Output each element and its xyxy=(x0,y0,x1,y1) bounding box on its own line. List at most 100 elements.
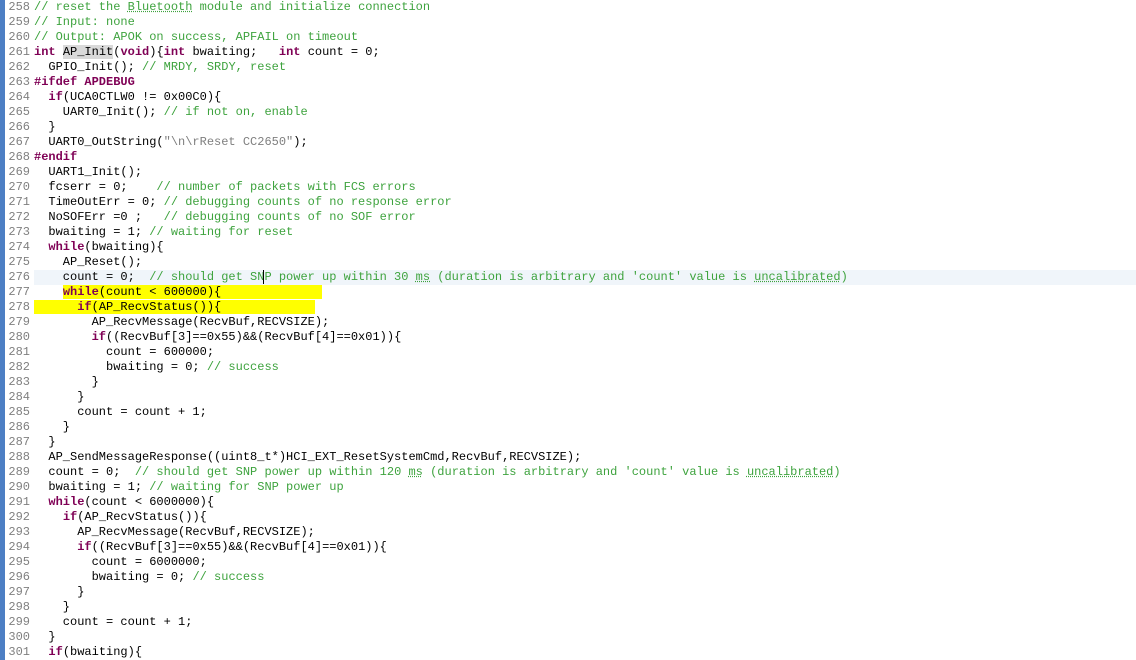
code-line[interactable]: 287 } xyxy=(0,435,1136,450)
line-number: 298 xyxy=(5,600,34,615)
code-line[interactable]: 292 if(AP_RecvStatus()){ xyxy=(0,510,1136,525)
code-token: if xyxy=(48,90,62,104)
code-line[interactable]: 267 UART0_OutString("\n\rReset CC2650"); xyxy=(0,135,1136,150)
code-content[interactable]: AP_Reset(); xyxy=(34,255,1136,270)
code-token: P xyxy=(263,270,271,284)
code-content[interactable]: // reset the Bluetooth module and initia… xyxy=(34,0,1136,15)
code-line[interactable]: 271 TimeOutErr = 0; // debugging counts … xyxy=(0,195,1136,210)
line-number: 259 xyxy=(5,15,34,30)
code-line[interactable]: 260// Output: APOK on success, APFAIL on… xyxy=(0,30,1136,45)
code-content[interactable]: } xyxy=(34,390,1136,405)
code-line[interactable]: 282 bwaiting = 0; // success xyxy=(0,360,1136,375)
code-content[interactable]: if((RecvBuf[3]==0x55)&&(RecvBuf[4]==0x01… xyxy=(34,540,1136,555)
code-content[interactable]: count = 0; // should get SNP power up wi… xyxy=(34,270,1136,285)
code-content[interactable]: } xyxy=(34,435,1136,450)
code-line[interactable]: 265 UART0_Init(); // if not on, enable xyxy=(0,105,1136,120)
code-line[interactable]: 300 } xyxy=(0,630,1136,645)
code-line[interactable]: 280 if((RecvBuf[3]==0x55)&&(RecvBuf[4]==… xyxy=(0,330,1136,345)
code-content[interactable]: UART1_Init(); xyxy=(34,165,1136,180)
code-content[interactable]: UART0_Init(); // if not on, enable xyxy=(34,105,1136,120)
code-line[interactable]: 283 } xyxy=(0,375,1136,390)
code-content[interactable]: bwaiting = 1; // waiting for SNP power u… xyxy=(34,480,1136,495)
code-content[interactable]: if(AP_RecvStatus()){ xyxy=(34,300,1136,315)
code-editor[interactable]: 258// reset the Bluetooth module and ini… xyxy=(0,0,1136,655)
code-content[interactable]: count = 6000000; xyxy=(34,555,1136,570)
code-token: // debugging counts of no SOF error xyxy=(164,210,416,224)
code-line[interactable]: 266 } xyxy=(0,120,1136,135)
code-content[interactable]: NoSOFErr =0 ; // debugging counts of no … xyxy=(34,210,1136,225)
code-line[interactable]: 297 } xyxy=(0,585,1136,600)
code-line[interactable]: 270 fcserr = 0; // number of packets wit… xyxy=(0,180,1136,195)
code-line[interactable]: 293 AP_RecvMessage(RecvBuf,RECVSIZE); xyxy=(0,525,1136,540)
code-line[interactable]: 285 count = count + 1; xyxy=(0,405,1136,420)
code-content[interactable]: } xyxy=(34,585,1136,600)
code-line[interactable]: 272 NoSOFErr =0 ; // debugging counts of… xyxy=(0,210,1136,225)
code-content[interactable]: if((RecvBuf[3]==0x55)&&(RecvBuf[4]==0x01… xyxy=(34,330,1136,345)
code-content[interactable]: count = 600000; xyxy=(34,345,1136,360)
code-line[interactable]: 259// Input: none xyxy=(0,15,1136,30)
code-line[interactable]: 268#endif xyxy=(0,150,1136,165)
code-content[interactable]: if(bwaiting){ xyxy=(34,645,1136,660)
code-line[interactable]: 295 count = 6000000; xyxy=(0,555,1136,570)
code-content[interactable]: // Input: none xyxy=(34,15,1136,30)
code-content[interactable]: count = count + 1; xyxy=(34,615,1136,630)
code-content[interactable]: count = 0; // should get SNP power up wi… xyxy=(34,465,1136,480)
code-content[interactable]: if(AP_RecvStatus()){ xyxy=(34,510,1136,525)
code-content[interactable]: bwaiting = 0; // success xyxy=(34,360,1136,375)
code-line[interactable]: 279 AP_RecvMessage(RecvBuf,RECVSIZE); xyxy=(0,315,1136,330)
code-content[interactable]: } xyxy=(34,600,1136,615)
code-line[interactable]: 294 if((RecvBuf[3]==0x55)&&(RecvBuf[4]==… xyxy=(0,540,1136,555)
code-content[interactable]: } xyxy=(34,375,1136,390)
code-content[interactable]: #ifdef APDEBUG xyxy=(34,75,1136,90)
code-content[interactable]: bwaiting = 1; // waiting for reset xyxy=(34,225,1136,240)
code-line[interactable]: 296 bwaiting = 0; // success xyxy=(0,570,1136,585)
code-line[interactable]: 274 while(bwaiting){ xyxy=(0,240,1136,255)
code-line[interactable]: 263#ifdef APDEBUG xyxy=(0,75,1136,90)
code-content[interactable]: #endif xyxy=(34,150,1136,165)
code-line[interactable]: 284 } xyxy=(0,390,1136,405)
code-content[interactable]: GPIO_Init(); // MRDY, SRDY, reset xyxy=(34,60,1136,75)
code-line[interactable]: 301 if(bwaiting){ xyxy=(0,645,1136,660)
code-line[interactable]: 273 bwaiting = 1; // waiting for reset xyxy=(0,225,1136,240)
code-content[interactable]: while(count < 600000){ xyxy=(34,285,1136,300)
code-token: } xyxy=(34,585,84,599)
line-number: 284 xyxy=(5,390,34,405)
code-line[interactable]: 278 if(AP_RecvStatus()){ xyxy=(0,300,1136,315)
code-content[interactable]: if(UCA0CTLW0 != 0x00C0){ xyxy=(34,90,1136,105)
code-content[interactable]: } xyxy=(34,630,1136,645)
code-content[interactable]: AP_RecvMessage(RecvBuf,RECVSIZE); xyxy=(34,525,1136,540)
code-content[interactable]: bwaiting = 0; // success xyxy=(34,570,1136,585)
code-line[interactable]: 289 count = 0; // should get SNP power u… xyxy=(0,465,1136,480)
code-line[interactable]: 298 } xyxy=(0,600,1136,615)
code-content[interactable]: fcserr = 0; // number of packets with FC… xyxy=(34,180,1136,195)
code-content[interactable]: AP_SendMessageResponse((uint8_t*)HCI_EXT… xyxy=(34,450,1136,465)
code-content[interactable]: TimeOutErr = 0; // debugging counts of n… xyxy=(34,195,1136,210)
code-line[interactable]: 262 GPIO_Init(); // MRDY, SRDY, reset xyxy=(0,60,1136,75)
code-token: GPIO_Init(); xyxy=(34,60,142,74)
code-token: bwaiting = 1; xyxy=(34,480,149,494)
code-line[interactable]: 264 if(UCA0CTLW0 != 0x00C0){ xyxy=(0,90,1136,105)
code-line[interactable]: 281 count = 600000; xyxy=(0,345,1136,360)
code-content[interactable]: } xyxy=(34,120,1136,135)
code-content[interactable]: while(count < 6000000){ xyxy=(34,495,1136,510)
code-line[interactable]: 261int AP_Init(void){int bwaiting; int c… xyxy=(0,45,1136,60)
line-number: 276 xyxy=(5,270,34,285)
code-line[interactable]: 275 AP_Reset(); xyxy=(0,255,1136,270)
code-content[interactable]: // Output: APOK on success, APFAIL on ti… xyxy=(34,30,1136,45)
code-line[interactable]: 286 } xyxy=(0,420,1136,435)
code-token: ) xyxy=(833,465,840,479)
code-line[interactable]: 258// reset the Bluetooth module and ini… xyxy=(0,0,1136,15)
code-line[interactable]: 299 count = count + 1; xyxy=(0,615,1136,630)
code-content[interactable]: while(bwaiting){ xyxy=(34,240,1136,255)
code-line[interactable]: 276 count = 0; // should get SNP power u… xyxy=(0,270,1136,285)
code-content[interactable]: count = count + 1; xyxy=(34,405,1136,420)
code-content[interactable]: UART0_OutString("\n\rReset CC2650"); xyxy=(34,135,1136,150)
code-line[interactable]: 277 while(count < 600000){ xyxy=(0,285,1136,300)
code-content[interactable]: } xyxy=(34,420,1136,435)
code-content[interactable]: int AP_Init(void){int bwaiting; int coun… xyxy=(34,45,1136,60)
code-content[interactable]: AP_RecvMessage(RecvBuf,RECVSIZE); xyxy=(34,315,1136,330)
code-line[interactable]: 288 AP_SendMessageResponse((uint8_t*)HCI… xyxy=(0,450,1136,465)
code-line[interactable]: 290 bwaiting = 1; // waiting for SNP pow… xyxy=(0,480,1136,495)
code-line[interactable]: 269 UART1_Init(); xyxy=(0,165,1136,180)
code-line[interactable]: 291 while(count < 6000000){ xyxy=(0,495,1136,510)
